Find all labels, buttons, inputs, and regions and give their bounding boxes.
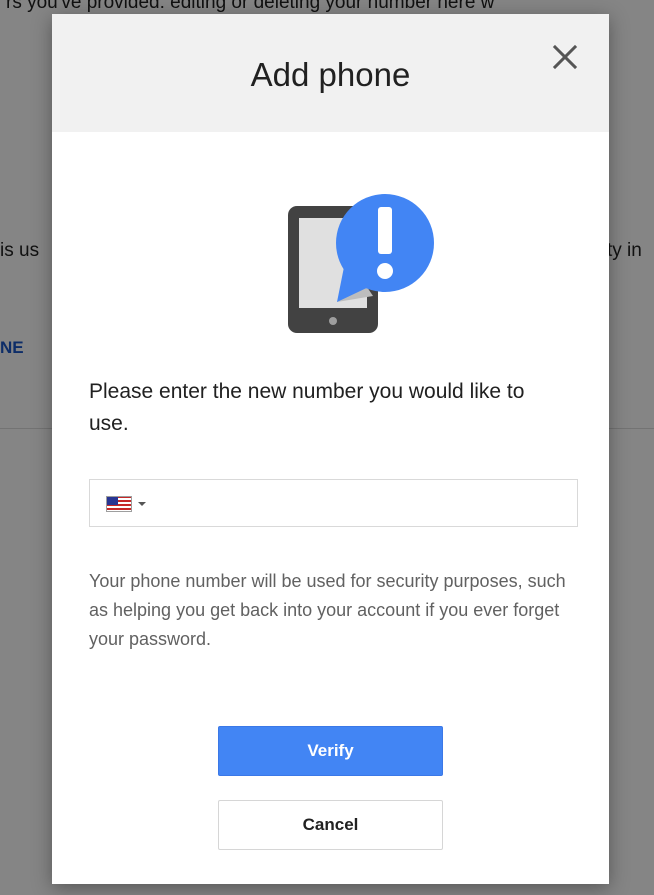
phone-number-field[interactable] bbox=[89, 479, 578, 527]
phone-number-input[interactable] bbox=[160, 486, 564, 522]
phone-alert-icon bbox=[288, 194, 434, 333]
add-phone-dialog: Add phone Please enter the new number yo… bbox=[52, 14, 609, 884]
cancel-button[interactable]: Cancel bbox=[218, 800, 443, 850]
country-selector[interactable] bbox=[106, 491, 146, 517]
dialog-title: Add phone bbox=[250, 56, 411, 93]
verify-button[interactable]: Verify bbox=[218, 726, 443, 776]
close-button[interactable] bbox=[550, 42, 580, 72]
us-flag-icon bbox=[106, 496, 132, 512]
security-info-text: Your phone number will be used for secur… bbox=[89, 571, 566, 649]
dialog-header: Add phone bbox=[52, 14, 609, 132]
prompt-text: Please enter the new number you would li… bbox=[89, 380, 525, 435]
close-icon bbox=[552, 44, 578, 70]
chevron-down-icon bbox=[138, 502, 146, 506]
